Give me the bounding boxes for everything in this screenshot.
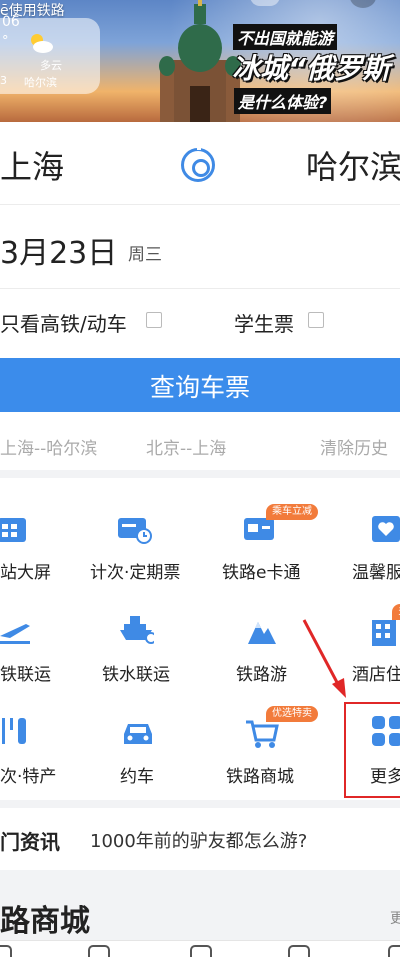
student-ticket-label: 学生票 [234,312,294,336]
travel-weekday: 周三 [128,245,162,265]
ticket-card-icon[interactable] [116,512,152,546]
service-label[interactable]: 次·特产 [0,762,56,787]
service-label[interactable]: 铁联运 [0,660,51,685]
search-tickets-label: 查询车票 [149,373,250,402]
from-city[interactable]: 上海 [0,142,64,188]
service-label[interactable]: 铁路游 [236,660,287,685]
promo-badge: 乘车立减 [266,504,318,520]
weather-condition: 多云 [40,59,62,72]
service-label[interactable]: 计次·定期票 [90,558,180,583]
mall-more-link[interactable]: 更 [390,908,400,928]
profile-tab-icon[interactable] [388,945,400,957]
student-ticket-checkbox[interactable] [308,312,324,328]
cloudy-icon [31,34,53,53]
divider [0,204,400,205]
car-icon[interactable] [120,716,156,750]
to-city[interactable]: 哈尔滨 [306,142,400,188]
pointer-arrow-icon [302,619,346,698]
service-label[interactable]: 约车 [120,762,154,787]
highlight-box [344,702,400,798]
service-label[interactable]: 铁路e卡通 [222,558,300,583]
hsr-only-checkbox[interactable] [146,312,162,328]
promo-line-3: 是什么体验? [234,88,332,114]
ship-icon[interactable] [118,612,154,646]
weather-pin: 3 [0,74,7,87]
weather-degree: ° [2,34,9,49]
divider [0,288,400,289]
mall-section-title: 路商城 [0,904,90,939]
home-tab-icon[interactable] [0,945,12,957]
service-label[interactable]: 酒店住 [352,660,400,685]
station-screen-icon[interactable] [0,512,32,546]
promo-banner[interactable]: ē使用铁路 06 ° 多云 3 哈尔滨 不出国就能游 冰城“俄罗斯 是什么体验? [0,0,400,122]
service-label[interactable]: 站大屏 [0,558,51,583]
dining-icon[interactable] [0,714,34,748]
service-heart-icon[interactable] [370,512,400,546]
hsr-only-label: 只看高铁/动车 [0,312,127,336]
service-label[interactable]: 铁水联运 [102,660,170,685]
service-tab-icon[interactable] [288,945,310,957]
travel-tab-icon[interactable] [88,945,110,957]
promo-badge: 优选特卖 [266,706,318,722]
news-section-title: 门资讯 [0,830,60,854]
weather-city: 哈尔滨 [24,76,57,89]
promo-badge: 多 [392,604,400,620]
service-label[interactable]: 温馨服 [352,558,400,583]
weather-time: 06 [2,14,20,30]
history-item[interactable]: 北京--上海 [146,434,226,459]
service-label[interactable]: 铁路商城 [226,762,294,787]
promo-line-2: 冰城“俄罗斯 [232,52,391,85]
orders-tab-icon[interactable] [190,945,212,957]
clear-history-link[interactable]: 清除历史 [320,434,388,459]
history-item[interactable]: 上海--哈尔滨 [0,434,97,459]
swap-cities-icon[interactable] [181,143,215,182]
travel-date[interactable]: 3月23日 [0,228,117,272]
mountain-icon[interactable] [244,614,280,648]
news-headline[interactable]: 1000年前的驴友都怎么游? [90,827,307,853]
plane-rail-icon[interactable] [0,614,34,648]
